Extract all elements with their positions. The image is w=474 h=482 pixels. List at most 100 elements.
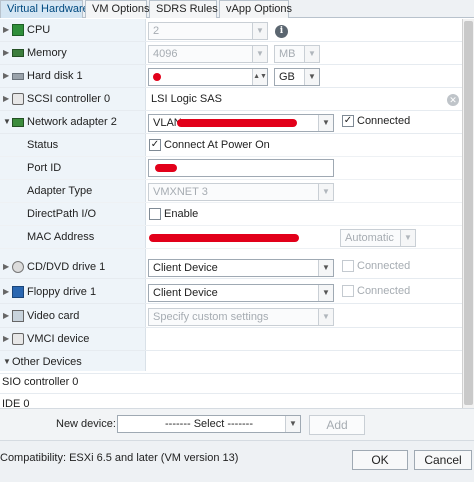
floppy-connected-label: Connected <box>357 285 411 297</box>
ok-button[interactable]: OK <box>352 450 408 470</box>
scsi-label: SCSI controller 0 <box>27 93 111 105</box>
port-id-label: Port ID <box>27 162 62 174</box>
dropdown-arrow-icon: ▼ <box>304 69 319 85</box>
network-connected-label: Connected <box>357 115 411 127</box>
mac-address-input[interactable] <box>148 229 334 247</box>
network-adapter-icon <box>12 118 24 127</box>
mac-mode-select[interactable]: Automatic ▼ <box>340 229 416 247</box>
port-id-row: Port ID <box>0 157 462 180</box>
ide-row: IDE 0 <box>0 393 462 408</box>
cddvd-row: ▶ CD/DVD drive 1 Client Device ▼ Connecte… <box>0 256 462 279</box>
add-device-button[interactable]: Add <box>309 415 365 435</box>
cpu-chip-icon <box>12 24 24 36</box>
floppy-label: Floppy drive 1 <box>27 286 97 298</box>
info-icon[interactable]: i <box>275 25 288 38</box>
adapter-type-row: Adapter Type VMXNET 3 ▼ <box>0 180 462 203</box>
floppy-icon <box>12 286 24 298</box>
vmci-label: VMCI device <box>27 333 90 345</box>
new-device-bar: New device: ------- Select ------- ▼ Add <box>0 408 474 440</box>
directpath-enable-label: Enable <box>164 208 199 220</box>
dropdown-arrow-icon: ▼ <box>318 260 333 276</box>
virtual-hardware-panel: ▶ CPU 2 ▼ i ▶ Memory 4096 ▼ MB ▼ ▶ Hard dis… <box>0 19 462 408</box>
redaction-mark <box>149 234 299 242</box>
video-card-select[interactable]: Specify custom settings ▼ <box>148 308 334 326</box>
adapter-type-select[interactable]: VMXNET 3 ▼ <box>148 183 334 201</box>
cpu-row: ▶ CPU 2 ▼ i <box>0 19 462 42</box>
scsi-value: LSI Logic SAS <box>151 93 222 105</box>
adapter-type-label: Adapter Type <box>27 185 93 197</box>
redaction-mark <box>153 73 161 81</box>
cancel-button[interactable]: Cancel <box>414 450 472 470</box>
hard-disk-row: ▶ Hard disk 1 ▲▼ GB ▼ <box>0 65 462 88</box>
tab-vm-options[interactable]: VM Options <box>85 0 149 18</box>
tab-bar: Virtual Hardware VM Options SDRS Rules v… <box>0 0 474 18</box>
dropdown-arrow-icon: ▼ <box>285 416 300 432</box>
redaction-mark <box>177 119 297 127</box>
compatibility-text: Compatibility: ESXi 6.5 and later (VM ve… <box>0 452 239 464</box>
directpath-label: DirectPath I/O <box>27 208 97 220</box>
redaction-mark <box>155 164 177 172</box>
video-card-label: Video card <box>27 310 80 322</box>
sio-controller-row: SIO controller 0 <box>0 371 462 394</box>
floppy-connected-checkbox[interactable] <box>342 285 354 297</box>
tab-sdrs-rules[interactable]: SDRS Rules <box>149 0 218 18</box>
dropdown-arrow-icon: ▼ <box>318 285 333 301</box>
vmci-device-icon <box>12 333 24 345</box>
memory-row: ▶ Memory 4096 ▼ MB ▼ <box>0 42 462 65</box>
remove-device-icon[interactable]: ✕ <box>447 94 459 106</box>
dropdown-arrow-icon: ▼ <box>318 184 333 200</box>
tab-virtual-hardware[interactable]: Virtual Hardware <box>0 0 89 18</box>
floppy-select[interactable]: Client Device ▼ <box>148 284 334 302</box>
scsi-row: ▶ SCSI controller 0 LSI Logic SAS ✕ <box>0 88 462 111</box>
directpath-enable-checkbox[interactable] <box>149 208 161 220</box>
video-card-row: ▶ Video card Specify custom settings ▼ <box>0 305 462 328</box>
port-id-input[interactable] <box>148 159 334 177</box>
memory-icon <box>12 49 24 57</box>
dialog-footer: Compatibility: ESXi 6.5 and later (VM ve… <box>0 440 474 482</box>
scsi-controller-icon <box>12 93 24 105</box>
vmci-row: ▶ VMCI device <box>0 328 462 351</box>
mac-address-label: MAC Address <box>27 231 95 243</box>
memory-input[interactable]: 4096 ▼ <box>148 45 268 63</box>
memory-label: Memory <box>27 47 67 59</box>
sio-controller-label: SIO controller 0 <box>2 376 79 388</box>
dropdown-arrow-icon: ▼ <box>318 115 333 131</box>
floppy-row: ▶ Floppy drive 1 Client Device ▼ Connecte… <box>0 281 462 304</box>
cddvd-connected-label: Connected <box>357 260 411 272</box>
status-row: Status ✓ Connect At Power On <box>0 134 462 157</box>
cd-dvd-icon <box>12 261 24 273</box>
connect-at-power-on-label: Connect At Power On <box>164 139 270 151</box>
cpu-label: CPU <box>27 24 51 36</box>
dropdown-arrow-icon: ▼ <box>400 230 415 246</box>
ide-label: IDE 0 <box>2 398 30 408</box>
hard-disk-icon <box>12 73 24 80</box>
scrollbar-thumb[interactable] <box>464 21 473 405</box>
mac-address-row: MAC Address Automatic ▼ <box>0 226 462 249</box>
video-card-icon <box>12 310 24 322</box>
hard-disk-label: Hard disk 1 <box>27 70 83 82</box>
vertical-scrollbar[interactable] <box>462 19 474 408</box>
network-connected-checkbox[interactable]: ✓ <box>342 115 354 127</box>
status-label: Status <box>27 139 59 151</box>
network-adapter-row: ▼ Network adapter 2 VLAN ▼ ✓ Connected <box>0 111 462 134</box>
dropdown-arrow-icon: ▼ <box>252 23 267 39</box>
cddvd-select[interactable]: Client Device ▼ <box>148 259 334 277</box>
stepper-icon[interactable]: ▲▼ <box>252 69 267 85</box>
other-devices-label: Other Devices <box>12 356 82 368</box>
hard-disk-size-input[interactable]: ▲▼ <box>148 68 268 86</box>
tab-vapp-options[interactable]: vApp Options <box>219 0 292 18</box>
directpath-row: DirectPath I/O Enable <box>0 203 462 226</box>
network-label: Network adapter 2 <box>27 116 117 128</box>
network-select[interactable]: VLAN ▼ <box>148 114 334 132</box>
hard-disk-unit-select[interactable]: GB ▼ <box>274 68 320 86</box>
cddvd-label: CD/DVD drive 1 <box>27 261 106 273</box>
connect-at-power-on-checkbox[interactable]: ✓ <box>149 139 161 151</box>
dropdown-arrow-icon: ▼ <box>252 46 267 62</box>
dropdown-arrow-icon: ▼ <box>304 46 319 62</box>
new-device-label: New device: <box>56 418 116 430</box>
cpu-select[interactable]: 2 ▼ <box>148 22 268 40</box>
memory-unit-select[interactable]: MB ▼ <box>274 45 320 63</box>
new-device-select[interactable]: ------- Select ------- ▼ <box>117 415 301 433</box>
cddvd-connected-checkbox[interactable] <box>342 260 354 272</box>
dropdown-arrow-icon: ▼ <box>318 309 333 325</box>
